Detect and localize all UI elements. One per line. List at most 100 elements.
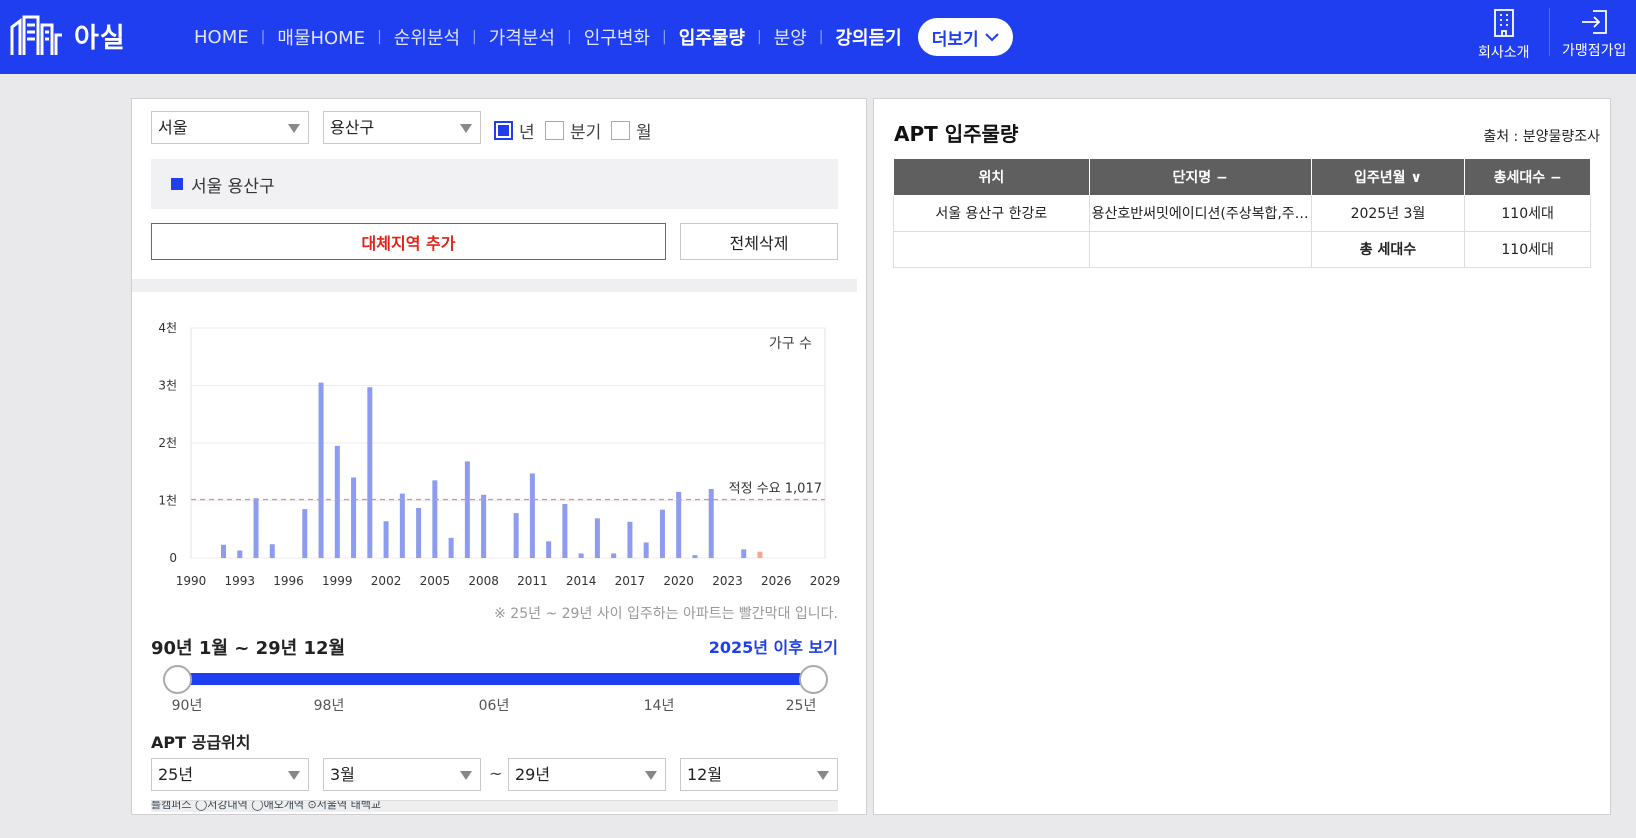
delete-all-button[interactable]: 전체삭제: [680, 223, 838, 260]
chart-bar: [334, 445, 340, 558]
add-alternative-region-button[interactable]: 대체지역 추가: [151, 223, 666, 260]
franchise-label: 가맹점가입: [1562, 43, 1627, 59]
to-year-select[interactable]: 29년: [508, 758, 666, 791]
checkbox-empty-icon: [611, 121, 630, 140]
nav-listing-home[interactable]: 매물HOME: [277, 24, 365, 50]
reference-line-label: 적정 수요 1,017: [729, 482, 822, 497]
chart-bar: [692, 555, 698, 558]
column-move-in-date[interactable]: 입주년월 ∨: [1310, 159, 1466, 196]
more-button[interactable]: 더보기: [917, 18, 1013, 56]
x-tick-label: 2008: [468, 574, 499, 588]
chart-bar: [367, 387, 373, 558]
nav-ranking[interactable]: 순위분석: [394, 24, 460, 50]
nav-separator: |: [567, 29, 572, 45]
chart-bar: [253, 498, 259, 558]
to-month-value: 12월: [687, 765, 723, 784]
cell-complex-name[interactable]: 용산호반써밋에이디션(주상복합,주…: [1088, 194, 1312, 232]
source-label: 출처 : 분양물량조사: [1483, 129, 1600, 145]
chart-bar: [318, 382, 324, 558]
chart-bar: [237, 550, 243, 558]
chart-note: ※ 25년 ~ 29년 사이 입주하는 아파트는 빨간막대 입니다.: [494, 606, 838, 622]
chart-bar: [562, 503, 568, 558]
franchise-link[interactable]: 가맹점가입: [1562, 8, 1626, 66]
company-link[interactable]: 회사소개: [1478, 8, 1530, 66]
chart-bar: [416, 507, 422, 558]
period-slider-track[interactable]: [177, 673, 813, 685]
top-navigation-bar: 아실 HOME | 매물HOME | 순위분석 | 가격분석 | 인구변화 | …: [0, 0, 1636, 74]
district-select[interactable]: 용산구: [323, 111, 481, 144]
period-quarter-checkbox[interactable]: 분기: [545, 118, 601, 143]
nav-move-in-supply[interactable]: 입주물량: [679, 24, 745, 50]
column-location[interactable]: 위치: [893, 159, 1090, 196]
range-tilde: ~: [489, 764, 503, 783]
nav-price[interactable]: 가격분석: [489, 24, 555, 50]
nav-lectures[interactable]: 강의듣기: [836, 24, 902, 50]
checkbox-empty-icon: [545, 121, 564, 140]
login-arrow-icon: [1582, 10, 1608, 34]
chart-bar: [741, 549, 747, 558]
slider-start-handle[interactable]: [162, 665, 192, 694]
dropdown-arrow-icon: [645, 771, 657, 780]
nav-home[interactable]: HOME: [194, 27, 249, 48]
logo[interactable]: 아실: [10, 12, 126, 58]
move-in-table: 위치 단지명 − 입주년월 ∨ 총세대수 − 서울 용산구 한강로 용산호반써밋…: [893, 159, 1591, 268]
dropdown-arrow-icon: [288, 124, 300, 133]
dropdown-arrow-icon: [460, 124, 472, 133]
table-row[interactable]: 서울 용산구 한강로 용산호반써밋에이디션(주상복합,주… 2025년 3월 1…: [893, 194, 1591, 232]
chart-bar: [546, 541, 552, 558]
cell-empty: [1088, 230, 1312, 268]
x-tick-label: 2020: [663, 574, 694, 588]
chart-bar: [481, 494, 487, 558]
chart-bar: [659, 509, 665, 558]
x-tick-label: 2011: [517, 574, 548, 588]
cell-move-in-date: 2025년 3월: [1310, 194, 1466, 232]
chart-bar: [708, 489, 714, 558]
dropdown-arrow-icon: [460, 771, 472, 780]
chart-bar: [399, 493, 405, 558]
supply-location-map[interactable]: 를캠퍼스 ◯서강대역 ◯애오개역 ⊙서울역 태백교: [151, 800, 838, 812]
chart-bar: [643, 542, 649, 558]
more-label: 더보기: [931, 29, 979, 50]
nav-separator: |: [818, 29, 824, 45]
period-range-label: 90년 1월 ~ 29년 12월: [151, 638, 346, 659]
to-month-select[interactable]: 12월: [680, 758, 838, 791]
y-tick-label: 2천: [158, 435, 177, 450]
y-tick-label: 3천: [158, 378, 177, 393]
dropdown-arrow-icon: [817, 771, 829, 780]
view-after-2025-link[interactable]: 2025년 이후 보기: [709, 634, 838, 658]
x-tick-label: 2023: [712, 574, 743, 588]
x-tick-label: 2005: [420, 574, 451, 588]
chart-bar: [464, 461, 470, 558]
move-in-supply-chart: 0 1천 2천 3천 4천 1990 1993 1996 1999 2002 2005 2008 201…: [158, 320, 840, 588]
nav-presale[interactable]: 분양: [774, 24, 807, 50]
table-header-row: 위치 단지명 − 입주년월 ∨ 총세대수 −: [893, 159, 1591, 196]
chart-bar: [627, 521, 633, 558]
main-nav: HOME | 매물HOME | 순위분석 | 가격분석 | 인구변화 | 입주물…: [194, 0, 1013, 74]
from-month-value: 3월: [330, 765, 355, 784]
chevron-down-icon: [984, 33, 999, 42]
column-complex-name[interactable]: 단지명 −: [1088, 159, 1312, 196]
city-select[interactable]: 서울: [151, 111, 309, 144]
period-month-checkbox[interactable]: 월: [611, 118, 652, 143]
chart-bar: [221, 544, 227, 558]
selected-region-box: 서울 용산구: [151, 159, 838, 209]
from-year-select[interactable]: 25년: [151, 758, 309, 791]
table-total-row: 총 세대수 110세대: [893, 230, 1591, 268]
chart-bar: [383, 521, 389, 558]
from-month-select[interactable]: 3월: [323, 758, 481, 791]
cell-empty: [893, 230, 1090, 268]
nav-separator: |: [260, 29, 266, 45]
nav-separator: |: [661, 29, 667, 45]
period-year-checkbox[interactable]: 년: [494, 118, 535, 143]
slider-end-handle[interactable]: [798, 665, 828, 694]
column-total-units[interactable]: 총세대수 −: [1464, 159, 1591, 196]
company-label: 회사소개: [1478, 45, 1530, 61]
cell-total-label: 총 세대수: [1310, 230, 1466, 268]
nav-population[interactable]: 인구변화: [584, 24, 650, 50]
nav-separator: |: [756, 29, 762, 45]
x-tick-label: 2026: [761, 574, 792, 588]
y-tick-label: 4천: [158, 320, 177, 335]
x-tick-label: 2014: [566, 574, 597, 588]
logo-text: 아실: [74, 22, 126, 54]
chart-bar: [529, 473, 535, 558]
